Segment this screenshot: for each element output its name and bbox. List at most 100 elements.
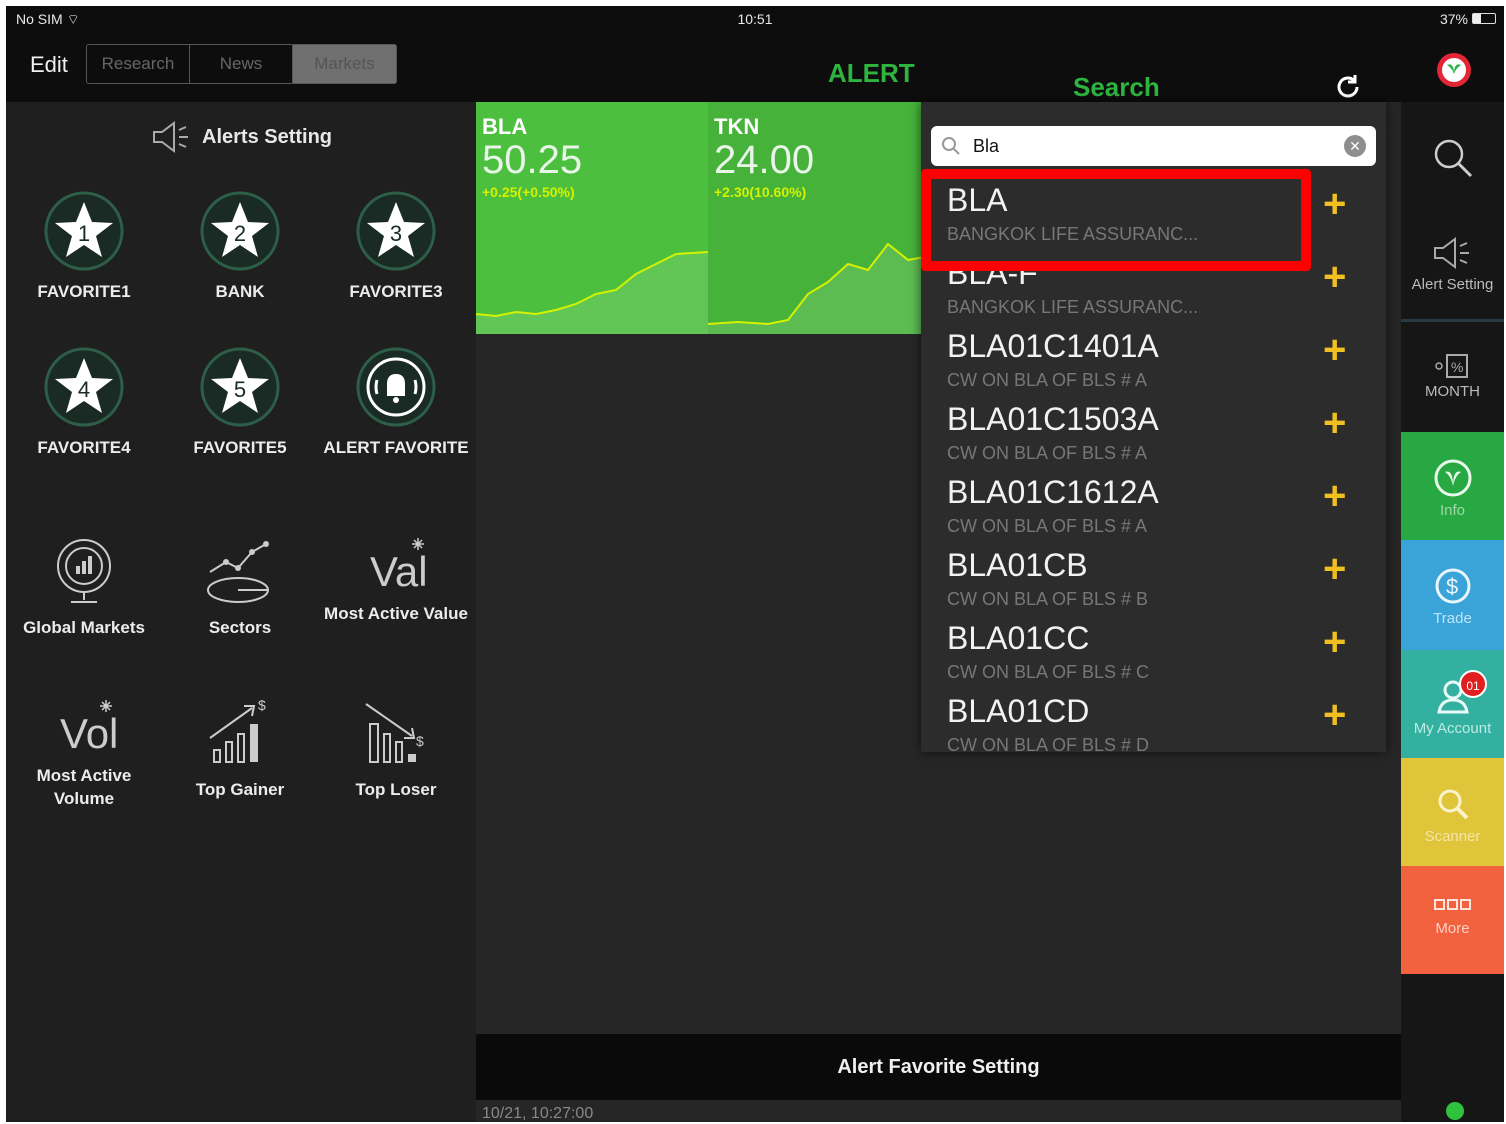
search-result-row[interactable]: BLA01CB CW ON BLA OF BLS # B +	[921, 547, 1386, 620]
add-to-alert-button[interactable]: +	[1323, 695, 1346, 735]
tool-label: Top Gainer	[195, 780, 285, 799]
alert-favorite-tile[interactable]: ALERT FAVORITE	[318, 346, 474, 459]
markets-menu: Alerts Setting 1 FAVORITE1 2 BANK 3 FAVO…	[6, 102, 476, 1122]
search-result-row[interactable]: BLA01C1401A CW ON BLA OF BLS # A +	[921, 328, 1386, 401]
sidebar-my-account[interactable]: 01 My Account	[1401, 650, 1504, 758]
search-result-row[interactable]: BLA01CD CW ON BLA OF BLS # D +	[921, 693, 1386, 752]
star-5-icon: 5	[200, 347, 280, 427]
nav-bar: Edit Research News Markets ALERT Search	[6, 32, 1504, 102]
global-markets-tile[interactable]: Global Markets	[6, 532, 162, 639]
favorite-label: FAVORITE5	[193, 438, 287, 457]
stock-price: 50.25	[482, 138, 583, 182]
highlight-annotation	[921, 169, 1311, 271]
add-to-alert-button[interactable]: +	[1323, 476, 1346, 516]
sidebar-label: Scanner	[1424, 828, 1481, 845]
alerts-setting-button[interactable]: Alerts Setting	[150, 120, 332, 154]
result-symbol: BLA01CB	[947, 547, 1088, 583]
tool-label: Most Active Volume	[36, 766, 132, 808]
edit-button[interactable]: Edit	[30, 52, 68, 78]
top-loser-tile[interactable]: $ Top Loser	[318, 694, 474, 801]
info-logo-icon	[1434, 459, 1471, 497]
search-result-row[interactable]: BLA01CC CW ON BLA OF BLS # C +	[921, 620, 1386, 693]
status-bar: No SIM ⌔ 10:51 37%	[6, 6, 1504, 32]
most-active-value-tile[interactable]: Val Most Active Value	[318, 532, 474, 625]
sidebar-month[interactable]: % MONTH	[1401, 325, 1504, 432]
top-gainer-tile[interactable]: $ Top Gainer	[162, 694, 318, 801]
svg-text:Vol: Vol	[60, 710, 118, 756]
result-name: CW ON BLA OF BLS # A	[947, 370, 1148, 390]
app-logo-icon[interactable]	[1436, 52, 1472, 88]
sidebar-label: My Account	[1413, 720, 1492, 737]
result-name: CW ON BLA OF BLS # A	[947, 516, 1148, 536]
result-symbol: BLA01C1401A	[947, 328, 1159, 364]
result-symbol: BLA01CD	[947, 693, 1090, 729]
stock-price: 24.00	[714, 138, 815, 182]
favorite-tile-2[interactable]: 2 BANK	[162, 190, 318, 303]
clear-search-icon[interactable]: ✕	[1344, 135, 1366, 157]
app-screen: No SIM ⌔ 10:51 37% Edit Research News Ma…	[6, 6, 1504, 1122]
add-to-alert-button[interactable]: +	[1323, 403, 1346, 443]
sidebar-label: Info	[1439, 502, 1466, 519]
svg-text:Val: Val	[370, 548, 428, 594]
star-3-icon: 3	[356, 191, 436, 271]
tab-research[interactable]: Research	[87, 45, 190, 83]
most-active-volume-tile[interactable]: Vol Most Active Volume	[6, 694, 162, 810]
loser-icon: $	[365, 703, 424, 763]
favorite-tile-3[interactable]: 3 FAVORITE3	[318, 190, 474, 303]
stock-card-bla[interactable]: BLA 50.25 +0.25(+0.50%)	[476, 102, 708, 334]
right-sidebar: Alert Setting % MONTH Info $ Trade 01 My…	[1401, 102, 1504, 1122]
svg-text:%: %	[1451, 359, 1463, 375]
sidebar-scanner[interactable]: Scanner	[1401, 758, 1504, 866]
svg-text:1: 1	[78, 221, 90, 246]
result-name: BANGKOK LIFE ASSURANC...	[947, 297, 1199, 317]
add-to-alert-button[interactable]: +	[1323, 622, 1346, 662]
favorite-label: FAVORITE4	[37, 438, 131, 457]
svg-text:$: $	[258, 697, 266, 713]
alert-favorite-label: ALERT FAVORITE	[323, 438, 469, 457]
favorite-tile-1[interactable]: 1 FAVORITE1	[6, 190, 162, 303]
tool-label: Sectors	[208, 618, 272, 637]
search-result-row[interactable]: BLA01C1503A CW ON BLA OF BLS # A +	[921, 401, 1386, 474]
add-to-alert-button[interactable]: +	[1323, 184, 1346, 224]
favorite-label: FAVORITE3	[349, 282, 443, 301]
tool-label: Top Loser	[355, 780, 437, 799]
sectors-tile[interactable]: Sectors	[162, 532, 318, 639]
result-name: CW ON BLA OF BLS # C	[947, 662, 1150, 682]
notification-badge: 01	[1459, 670, 1487, 698]
add-to-alert-button[interactable]: +	[1323, 330, 1346, 370]
last-update-time: 10/21, 10:27:00	[482, 1105, 594, 1122]
search-input[interactable]	[973, 132, 1333, 160]
sidebar-alert-setting[interactable]: Alert Setting	[1401, 222, 1504, 322]
svg-text:5: 5	[234, 377, 246, 402]
sidebar-search[interactable]	[1401, 102, 1504, 222]
dollar-cycle-icon: $	[1435, 568, 1470, 604]
sidebar-trade[interactable]: $ Trade	[1401, 540, 1504, 650]
tab-news[interactable]: News	[190, 45, 293, 83]
percent-box-icon: %	[1434, 354, 1468, 378]
stock-symbol: TKN	[714, 114, 760, 139]
speaker-icon	[1433, 237, 1469, 269]
globe-chart-icon	[57, 539, 111, 603]
sidebar-more[interactable]: More	[1401, 866, 1504, 974]
refresh-icon[interactable]	[1333, 72, 1363, 102]
sidebar-label: Trade	[1433, 610, 1472, 627]
favorite-tile-5[interactable]: 5 FAVORITE5	[162, 346, 318, 459]
tab-markets[interactable]: Markets	[293, 45, 396, 83]
svg-text:$: $	[416, 733, 424, 749]
favorite-label: FAVORITE1	[37, 282, 131, 301]
battery-percent: 37%	[1439, 11, 1468, 27]
sidebar-label: MONTH	[1425, 383, 1480, 400]
gainer-icon: $	[209, 697, 266, 763]
svg-text:2: 2	[234, 221, 246, 246]
alert-favorite-setting-button[interactable]: Alert Favorite Setting	[476, 1034, 1401, 1100]
clock: 10:51	[737, 11, 773, 27]
search-result-row[interactable]: BLA01C1612A CW ON BLA OF BLS # A +	[921, 474, 1386, 547]
star-1-icon: 1	[44, 191, 124, 271]
favorite-tile-4[interactable]: 4 FAVORITE4	[6, 346, 162, 459]
tool-label: Most Active Value	[324, 604, 468, 623]
add-to-alert-button[interactable]: +	[1323, 257, 1346, 297]
svg-text:3: 3	[390, 221, 402, 246]
stock-card-tkn[interactable]: TKN 24.00 +2.30(10.60%)	[708, 102, 940, 334]
add-to-alert-button[interactable]: +	[1323, 549, 1346, 589]
sidebar-info[interactable]: Info	[1401, 432, 1504, 540]
